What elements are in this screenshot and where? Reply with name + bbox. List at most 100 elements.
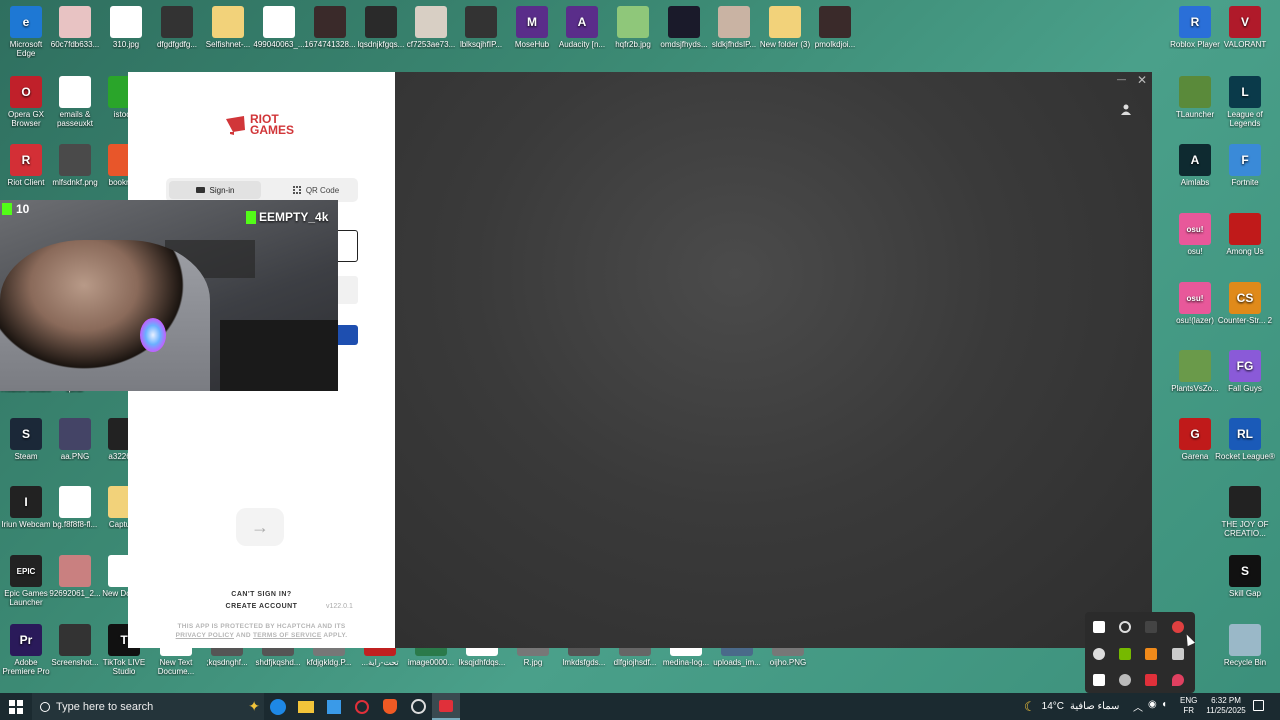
desktop-item-top-13-label: omdsjfhyds... [660,40,708,49]
desktop-item-top-7[interactable]: lqsdnjkfgqs... [355,6,407,49]
desktop-item-col2-3[interactable]: aa.PNG [49,418,101,461]
desktop-item-top-11[interactable]: A Audacity [n... [556,6,608,49]
desktop-item-col2-1[interactable]: mlfsdnkf.png [49,144,101,187]
desktop-item-bottom-7-label: R.jpg [523,658,543,667]
desktop-item-top-6[interactable]: 1674741328... [304,6,356,49]
desktop-item-col2-4[interactable]: bg.f8f8f8-fl... [49,486,101,529]
clock-time: 6:32 PM [1211,696,1241,705]
desktop-item-col1-1[interactable]: R Riot Client [0,144,52,187]
notification-icon[interactable] [1253,700,1264,711]
desktop-item-col2-0[interactable]: emails & passeuxkt [49,76,101,128]
tray-app-icon-9[interactable] [1093,674,1105,686]
weather-widget[interactable]: ☾ 14°C سماء صافية [1024,693,1119,720]
location-icon[interactable] [1172,674,1184,686]
tray-app-icon-1[interactable] [1093,621,1105,633]
tray-app-icon-4[interactable] [1172,621,1184,633]
desktop-item-top-9[interactable]: lblksqjhfIP... [455,6,507,49]
desktop-item-right2-0[interactable]: V VALORANT [1214,6,1276,49]
desktop-item-top-6-label: 1674741328... [304,40,356,49]
riot-logo-text: RIOT GAMES [250,112,295,137]
speaker-icon[interactable]: ◖ [1161,699,1167,710]
minimize-button[interactable]: — [1117,74,1126,84]
terms-of-service-link[interactable]: TERMS OF SERVICE [253,632,322,639]
start-button[interactable] [0,693,32,720]
obs-taskbar[interactable] [404,693,432,720]
opera-taskbar[interactable] [348,693,376,720]
desktop-item-top-14[interactable]: sldkjfhdsIP... [708,6,760,49]
create-account-link[interactable]: CREATE ACCOUNT [128,603,395,610]
opera-icon [355,699,369,714]
close-button[interactable]: ✕ [1137,73,1147,87]
privacy-policy-link[interactable]: PRIVACY POLICY [176,632,234,639]
desktop-item-right2-5[interactable]: FG Fall Guys [1214,350,1276,393]
desktop-item-top-6-icon [314,6,346,38]
desktop-item-top-4[interactable]: Selfishnet-... [202,6,254,49]
desktop-item-top-16[interactable]: pmolkdjoi... [809,6,861,49]
desktop-item-col1-5[interactable]: EPIC Epic Games Launcher [0,555,52,607]
desktop-item-col1-6[interactable]: Pr Adobe Premiere Pro [0,624,52,676]
clock[interactable]: 6:32 PM 11/25/2025 [1203,696,1249,716]
brave-taskbar[interactable] [376,693,404,720]
desktop-item-top-1[interactable]: 60c7fdb633... [49,6,101,49]
wifi-icon[interactable]: ◉ [1148,699,1157,710]
desktop-item-top-0[interactable]: e Microsoft Edge [0,6,52,58]
cant-sign-in-link[interactable]: CAN'T SIGN IN? [128,591,395,598]
account-icon[interactable] [1120,102,1132,115]
tray-app-icon-5[interactable] [1093,648,1105,660]
microphone-icon[interactable] [1119,674,1131,686]
store-taskbar[interactable] [320,693,348,720]
copilot-sparkle-icon: ✦ [248,698,260,714]
chevron-up-icon[interactable]: ︿ [1133,699,1143,714]
desktop-item-top-2[interactable]: 310.jpg [100,6,152,49]
desktop-item-col2-5[interactable]: 92692061_2... [49,555,101,598]
riot-tray-icon[interactable] [1145,674,1157,686]
desktop-item-right2-8[interactable]: S Skill Gap [1214,555,1276,598]
desktop-item-right2-1[interactable]: L League of Legends [1214,76,1276,128]
desktop-item-right2-2[interactable]: F Fortnite [1214,144,1276,187]
desktop-item-top-3-label: dfgdfgdfg... [156,40,198,49]
search-icon [40,701,50,712]
desktop-item-top-15[interactable]: New folder (3) [759,6,811,49]
desktop-item-col1-0[interactable]: O Opera GX Browser [0,76,52,128]
desktop-item-top-10-label: MoseHub [514,40,550,49]
bed [220,320,338,391]
discord-icon[interactable] [1172,648,1184,660]
desktop-item-col1-4[interactable]: I Iriun Webcam [0,486,52,529]
desktop-item-col2-4-label: bg.f8f8f8-fl... [52,520,98,529]
desktop-item-col1-3[interactable]: S Steam [0,418,52,461]
desktop-item-top-13[interactable]: omdsjfhyds... [658,6,710,49]
tray-app-icon-7[interactable] [1145,648,1157,660]
tray-app-icon-3[interactable] [1145,621,1157,633]
desktop-item-top-12[interactable]: hqfr2b.jpg [607,6,659,49]
desktop-item-right2-6[interactable]: RL Rocket League® [1214,418,1276,461]
desktop-item-right2-4[interactable]: CS Counter-Str... 2 [1214,282,1276,325]
explorer-taskbar[interactable] [292,693,320,720]
taskbar-search[interactable]: Type here to search ✦ [32,693,264,720]
desktop-item-right1-3-icon: osu! [1179,213,1211,245]
desktop-item-top-3[interactable]: dfgdfgdfg... [151,6,203,49]
tab-qr-code[interactable]: QR Code [276,181,356,199]
desktop-item-top-5[interactable]: 499040063_... [253,6,305,49]
language-indicator[interactable]: ENG FR [1180,696,1197,716]
desktop-item-right2-9[interactable]: Recycle Bin [1214,624,1276,667]
desktop-item-col2-6[interactable]: Screenshot... [49,624,101,667]
edge-taskbar[interactable] [264,693,292,720]
desktop-item-top-1-icon [59,6,91,38]
sign-in-arrow-button[interactable]: → [236,508,284,546]
riot-taskbar[interactable] [432,693,460,720]
desktop-item-col1-3-icon: S [10,418,42,450]
desktop-item-right1-4-icon: osu! [1179,282,1211,314]
desktop-item-col1-0-icon: O [10,76,42,108]
desktop-item-top-10-icon: M [516,6,548,38]
desktop-item-top-5-label: 499040063_... [253,40,305,49]
desktop-item-top-10[interactable]: M MoseHub [506,6,558,49]
desktop-item-col1-4-icon: I [10,486,42,518]
tab-qr-code-label: QR Code [305,185,340,195]
desktop-item-right2-3[interactable]: Among Us [1214,213,1276,256]
desktop-item-top-8[interactable]: cf7253ae73... [405,6,457,49]
nvidia-icon[interactable] [1119,648,1131,660]
tray-app-icon-2[interactable] [1119,621,1131,633]
desktop-item-right2-7[interactable]: THE JOY OF CREATIO... [1214,486,1276,538]
desktop-item-top-4-icon [212,6,244,38]
tab-sign-in[interactable]: Sign-in [169,181,261,199]
